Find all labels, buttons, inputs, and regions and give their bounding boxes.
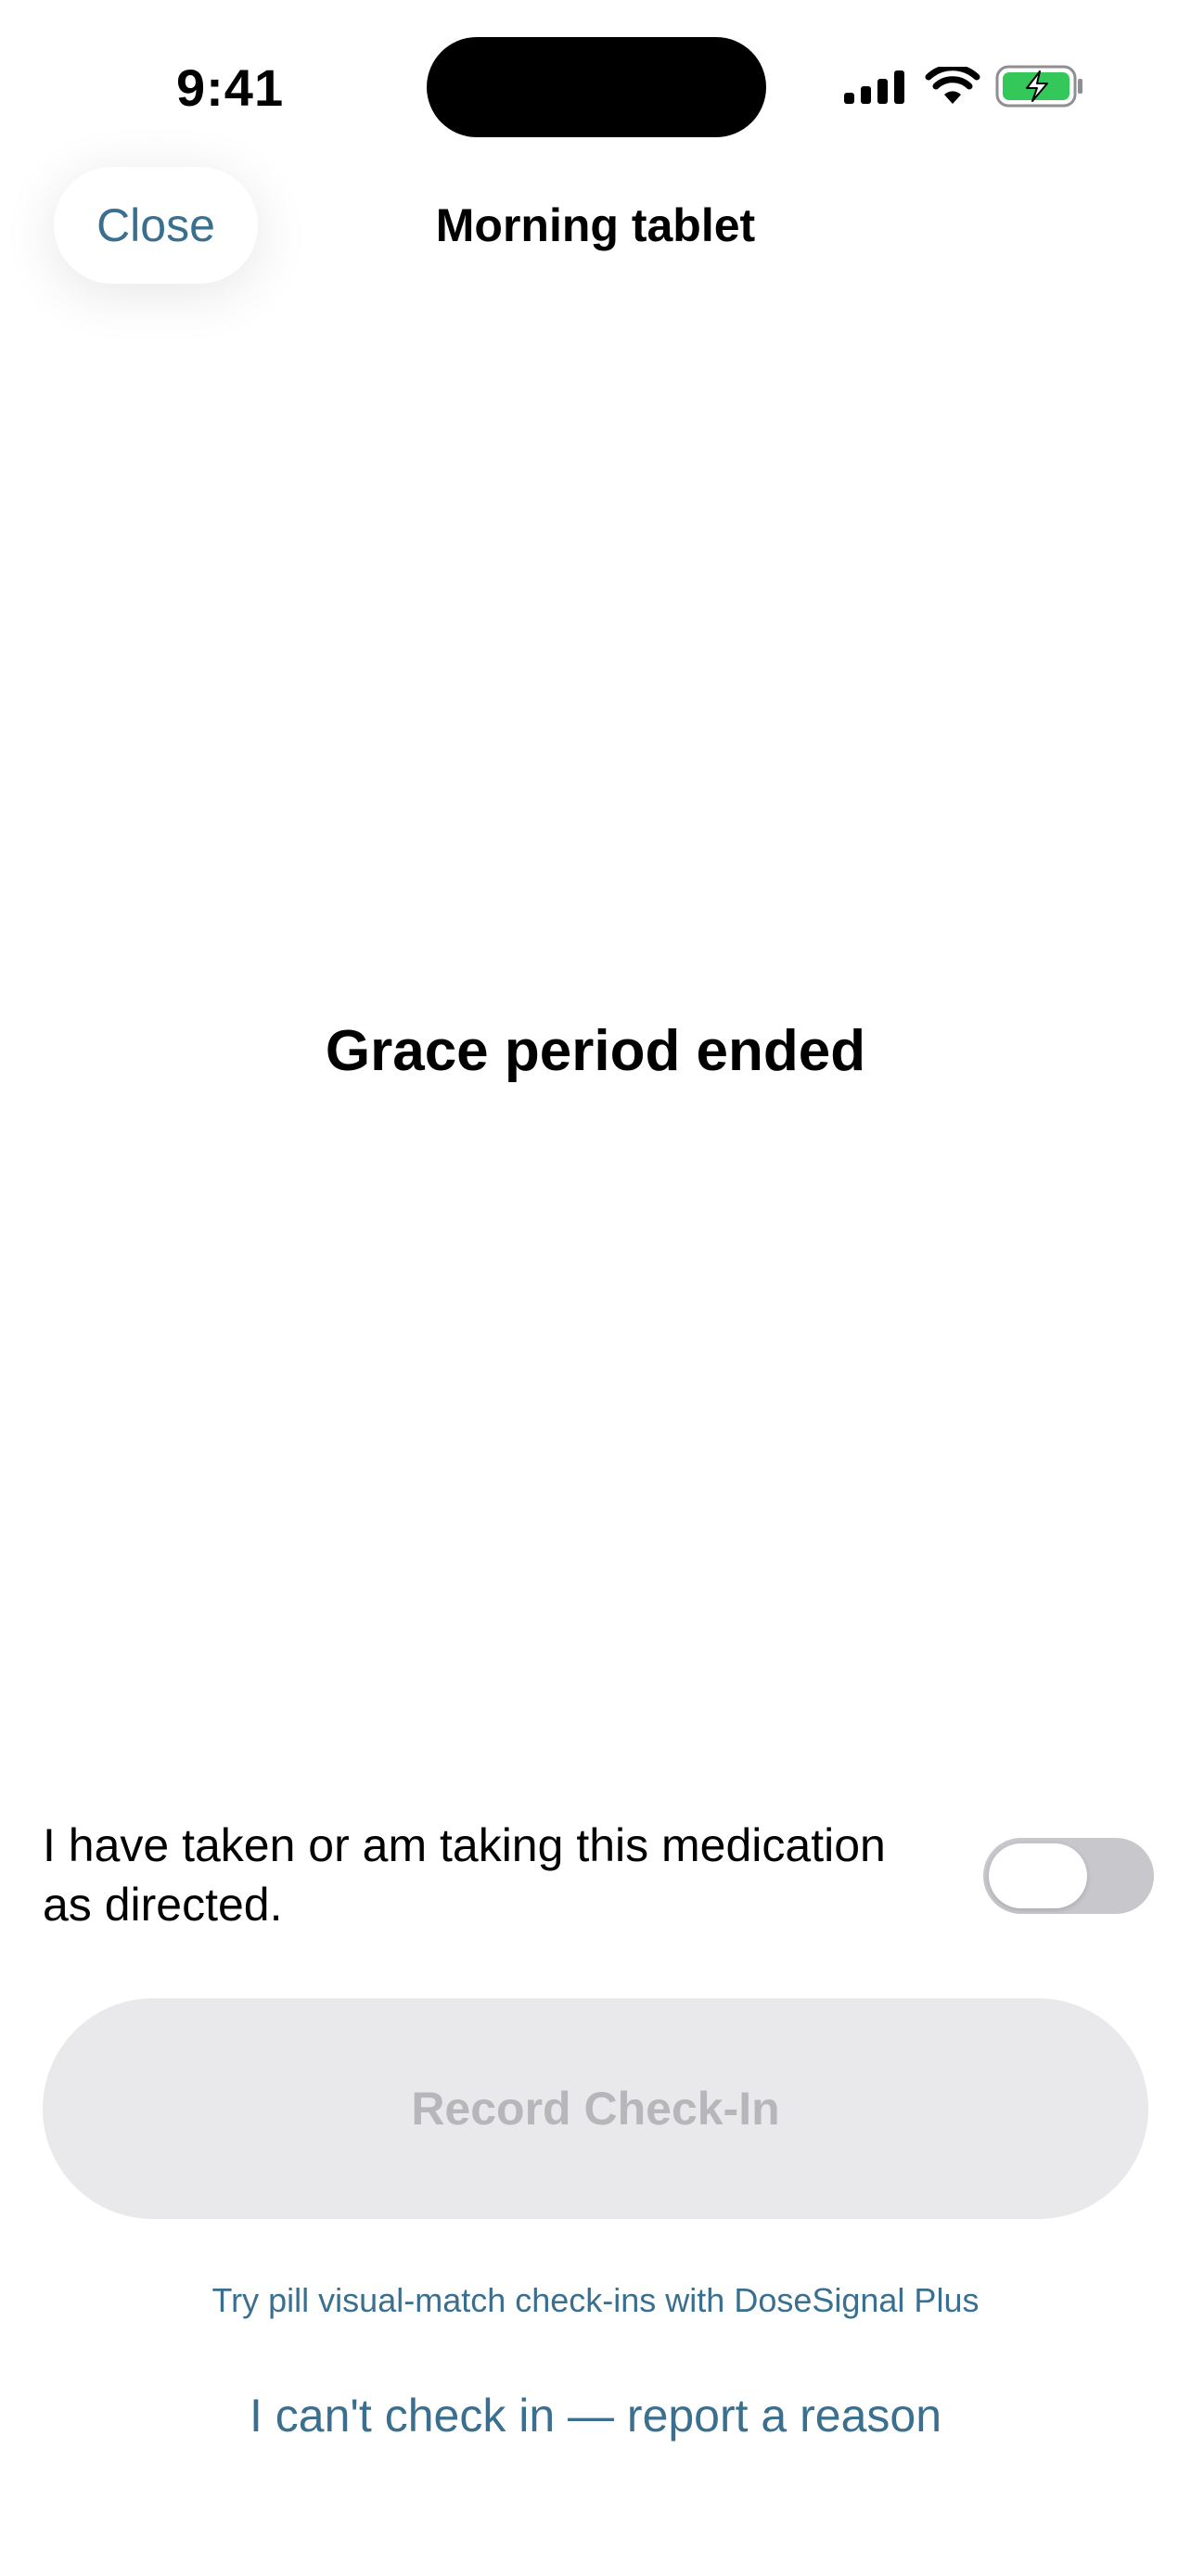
page-title: Morning tablet (435, 199, 756, 251)
cellular-signal-icon (844, 70, 904, 104)
report-reason-link[interactable]: I can't check in — report a reason (0, 2389, 1191, 2442)
toggle-knob (989, 1843, 1087, 1908)
status-time: 9:41 (176, 58, 285, 117)
battery-charging-icon (995, 65, 1082, 108)
wifi-icon (925, 67, 980, 104)
confirm-toggle[interactable] (983, 1838, 1154, 1914)
dynamic-island (427, 37, 766, 137)
plus-promo-link[interactable]: Try pill visual-match check-ins with Dos… (0, 2281, 1191, 2320)
record-check-in-button[interactable]: Record Check-In (43, 1998, 1148, 2219)
confirm-label: I have taken or am taking this medicatio… (43, 1819, 886, 1931)
record-check-in-label: Record Check-In (411, 2083, 780, 2135)
status-message: Grace period ended (325, 1019, 866, 1083)
